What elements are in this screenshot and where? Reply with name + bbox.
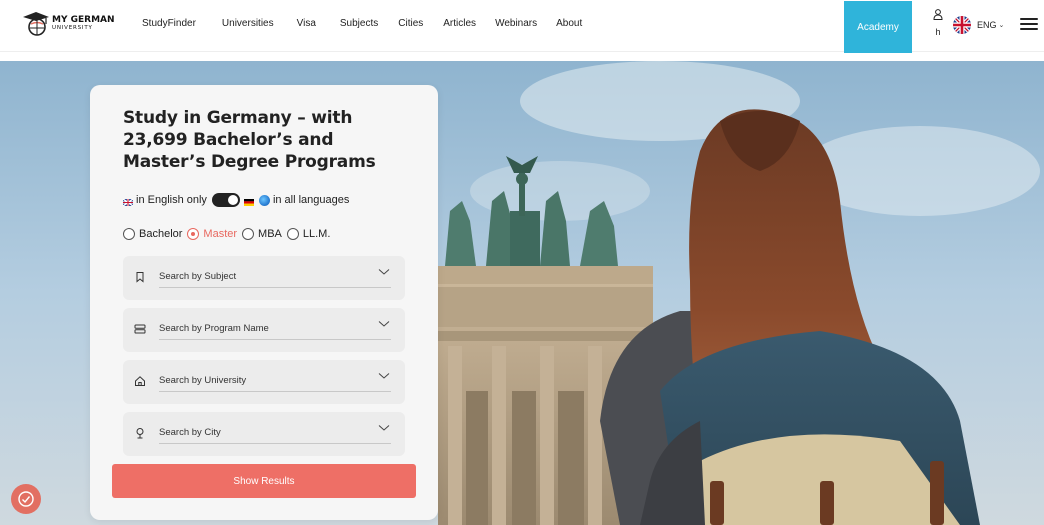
brand-line2: UNIVERSITY [52,25,93,32]
city-search-placeholder: Search by City [159,427,221,438]
degree-option-bachelor[interactable]: Bachelor [123,228,182,240]
university-search-dropdown[interactable]: Search by University [123,360,405,404]
brand-wordmark: MY GERMAN UNIVERSITY [52,16,115,32]
radio-button[interactable] [242,228,255,240]
list-icon [134,324,146,334]
uk-flag-icon [953,16,971,34]
degree-option-master[interactable]: Master [187,228,237,240]
brand-logo[interactable]: MY GERMAN UNIVERSITY [22,10,122,38]
degree-label: Master [203,228,238,240]
radio-button[interactable] [123,228,135,240]
nav-webinars[interactable]: Webinars [495,18,537,29]
hamburger-menu-icon[interactable] [1020,18,1038,32]
user-icon [933,7,943,24]
radio-button[interactable] [286,228,299,240]
page-title: Study in Germany – with 23,699 Bachelor’… [123,108,376,172]
chevron-down-icon [378,321,390,327]
language-filter: in English only in all languages [122,192,350,208]
academy-button[interactable]: Academy [844,1,912,53]
all-languages-label: in all languages [272,194,350,206]
germany-flag-icon [243,197,254,206]
globe-icon [258,194,270,206]
uk-flag-icon [122,197,134,207]
language-toggle-switch[interactable] [211,193,240,207]
brand-line1: MY GERMAN [52,15,115,26]
cookie-consent-button[interactable] [11,484,41,514]
top-header: MY GERMAN UNIVERSITY StudyFinder Univers… [0,0,1044,53]
chevron-down-icon [378,373,390,379]
university-search-placeholder: Search by University [159,375,247,386]
chevron-down-icon [378,425,390,431]
degree-label: MBA [258,228,282,240]
graduation-cap-globe-icon [22,10,50,38]
location-pin-icon [136,428,144,439]
user-label: h [935,27,941,37]
nav-visa[interactable]: Visa [297,18,316,29]
degree-label: Bachelor [139,228,183,240]
degree-label: LL.M. [302,228,331,240]
degree-type-radio-group: Bachelor Master MBA LL.M. [123,228,335,240]
language-selector[interactable]: ENG ⌄ [953,16,1004,34]
english-only-label: in English only [136,194,207,206]
degree-option-mba[interactable]: MBA [242,228,282,240]
chevron-down-icon [378,269,390,275]
degree-option-llm[interactable]: LL.M. [286,228,331,240]
language-code: ENG [977,20,997,30]
subject-search-placeholder: Search by Subject [159,271,237,282]
bookmark-icon [136,272,144,283]
main-nav: StudyFinder Universities Visa Subjects C… [142,0,582,46]
chevron-down-icon: ⌄ [998,22,1005,29]
nav-universities[interactable]: Universities [222,18,274,29]
search-card: Study in Germany – with 23,699 Bachelor’… [90,85,438,520]
radio-button-selected[interactable] [187,228,200,240]
show-results-button[interactable]: Show Results [112,464,416,498]
nav-about[interactable]: About [556,18,582,29]
nav-studyfinder[interactable]: StudyFinder [142,18,196,29]
nav-articles[interactable]: Articles [443,18,476,29]
cookie-icon [18,491,34,507]
city-search-dropdown[interactable]: Search by City [123,412,405,456]
home-icon [135,376,145,386]
program-name-search-dropdown[interactable]: Search by Program Name [123,308,405,352]
subject-search-dropdown[interactable]: Search by Subject [123,256,405,300]
user-account-button[interactable]: h [930,7,946,39]
nav-cities[interactable]: Cities [398,18,423,29]
program-name-search-placeholder: Search by Program Name [159,323,269,334]
nav-subjects[interactable]: Subjects [340,18,378,29]
